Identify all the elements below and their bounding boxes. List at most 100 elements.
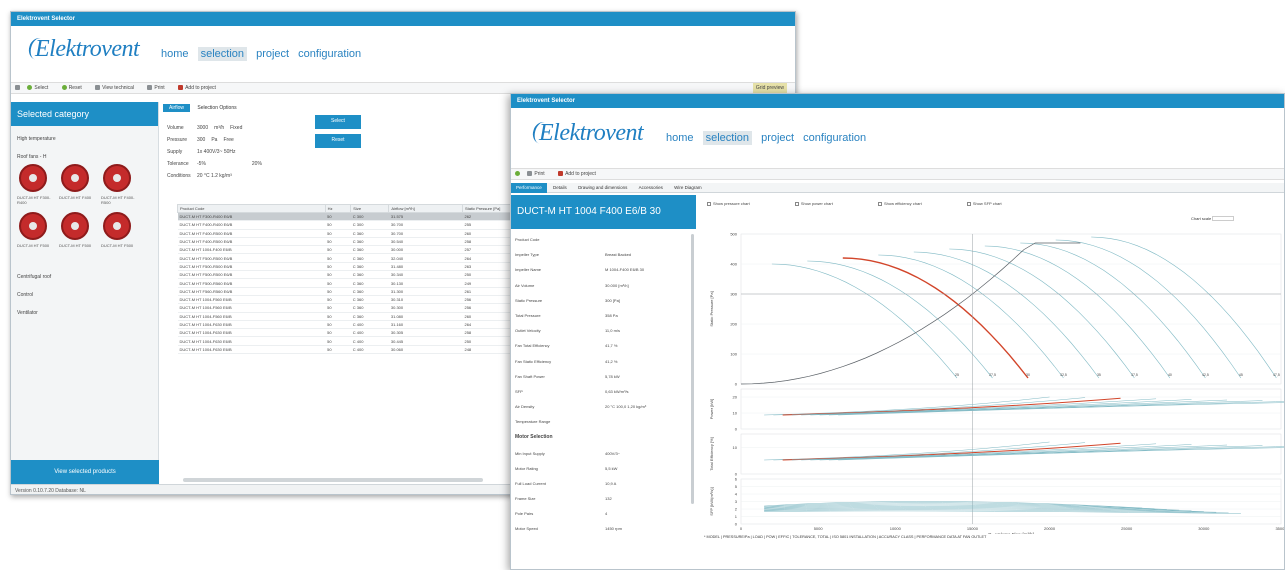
tab-drawing[interactable]: Drawing and dimensions (573, 183, 632, 193)
category-roof-fans[interactable]: Roof fans - H (11, 152, 158, 162)
table-cell: C 400 (350, 328, 389, 338)
column-header[interactable]: Product Code (177, 204, 326, 213)
home-icon[interactable] (15, 85, 20, 91)
table-cell: 50 (325, 237, 351, 247)
fixed-radio[interactable]: Fixed (230, 125, 242, 131)
category-centrifugal[interactable]: Centrifugal roof (11, 272, 158, 282)
nav-selection[interactable]: selection (702, 131, 753, 145)
nav-home[interactable]: home (161, 48, 189, 60)
table-cell: 50 (325, 270, 351, 280)
tab-selection-options[interactable]: Selection Options (191, 104, 242, 112)
free-radio[interactable]: Free (223, 137, 233, 143)
reset-button[interactable]: Reset (315, 134, 361, 148)
table-cell: C 400 (350, 336, 389, 346)
category-high-temperature[interactable]: High temperature (11, 134, 158, 144)
tab-airflow[interactable]: Airflow (163, 104, 191, 112)
table-cell: DUCT-M HT F560-R560 E6/B (177, 287, 326, 296)
conditions-value[interactable]: 20 °C 1.2 kg/m³ (197, 173, 232, 179)
volume-input[interactable]: 3000 (197, 125, 208, 131)
fan-thumb[interactable]: DUCT-M HT F500 (99, 210, 141, 258)
select-button[interactable]: Select (315, 115, 361, 129)
property-row: Outlet Velocity 11,0 m/s (515, 328, 621, 334)
tolerance-max[interactable]: 20% (252, 161, 262, 167)
tolerance-min[interactable]: -5% (197, 161, 206, 167)
show-efficiency-chart-checkbox[interactable]: Show efficiency chart (877, 201, 944, 206)
y-axis-label: SFP [kW/(m³/s)] (709, 487, 714, 515)
print-tool[interactable]: Print (527, 171, 550, 177)
chart-toggles: Show pressure chart Show power chart Sho… (707, 201, 1046, 206)
table-cell: 50 (325, 320, 351, 330)
table-cell: DUCT-M HT 1004-F630 E6/B (177, 345, 326, 355)
nav-project[interactable]: project (761, 132, 794, 144)
chart-scale-label: Chart scale (1191, 216, 1235, 222)
back-icon[interactable] (515, 171, 520, 177)
column-header[interactable]: Hz (324, 204, 352, 213)
tab-details[interactable]: Details (548, 183, 572, 193)
fan-thumb[interactable]: DUCT-M HT F500 (57, 210, 99, 258)
table-cell: C 360 (350, 312, 389, 321)
x-tick-label: 10000 (890, 526, 902, 531)
table-cell: C 360 (350, 253, 389, 263)
show-pressure-chart-checkbox[interactable]: Show pressure chart (707, 201, 772, 206)
motor-selection-heading: Motor Selection (515, 434, 553, 441)
table-cell: 50 (325, 287, 351, 296)
performance-chart: 0100200300400500Static Pressure [Pa]0102… (709, 232, 1284, 534)
horizontal-scrollbar[interactable] (183, 478, 483, 482)
select-tool[interactable]: Select (27, 85, 54, 91)
view-technical-tool[interactable]: View technical (95, 85, 140, 91)
pressure-input[interactable]: 300 (197, 137, 205, 143)
category-ventilator[interactable]: Ventilator (11, 308, 158, 318)
x-tick-label: 25000 (1121, 526, 1133, 531)
elektrovent-logo: Elektrovent (530, 120, 644, 147)
table-cell: 50 (325, 220, 351, 230)
chart-footnote: * MODEL | PRESSURE/Pa | LOAD | POW | EFF… (704, 535, 987, 539)
show-sfp-chart-checkbox[interactable]: Show SFP chart (966, 201, 1024, 206)
table-cell: DUCT-M HT 1004-F560 E6/B (177, 312, 326, 321)
y-tick-label: 500 (730, 232, 737, 237)
tab-performance[interactable]: Performance (511, 183, 547, 193)
table-cell: 50 (325, 295, 351, 305)
table-cell: DUCT-M HT F500-R560 E6/B (177, 278, 326, 288)
vertical-scrollbar[interactable] (691, 234, 694, 504)
property-row: Static Pressure 300 [Pa] (515, 297, 620, 303)
table-cell: DUCT-M HT 1004-F630 E6/B (177, 336, 326, 346)
fan-thumb[interactable]: DUCT-M HT F300-R400 (15, 162, 57, 210)
table-cell: C 360 (350, 303, 389, 313)
chart-scale-select[interactable] (1212, 216, 1235, 222)
property-row: Impeller Type Breast Backed (515, 252, 632, 258)
fan-thumb[interactable]: DUCT-M HT F400 (57, 162, 99, 210)
y-axis-label: Static Pressure [Pa] (709, 291, 714, 326)
fan-thumb[interactable]: DUCT-M HT F500 (15, 210, 57, 258)
tab-wire-diagram[interactable]: Wire Diagram (669, 183, 707, 193)
table-cell: DUCT-M HT F400-R400 E6/B (177, 220, 326, 230)
category-control[interactable]: Control (11, 290, 158, 300)
print-tool[interactable]: Print (147, 85, 170, 91)
column-header[interactable]: Airflow [m³/h] (388, 204, 463, 213)
column-header[interactable]: Size (350, 204, 390, 213)
supply-select[interactable]: 1x 400V/3~ 50Hz (197, 149, 236, 155)
view-selected-products-button[interactable]: View selected products (11, 460, 159, 484)
table-cell: DUCT-M HT 1004-F630 E6/B (177, 328, 326, 338)
nav-project[interactable]: project (256, 48, 289, 60)
table-cell: 50 (325, 212, 351, 222)
window-title: Elektrovent Selector (11, 12, 795, 26)
show-power-chart-checkbox[interactable]: Show power chart (794, 201, 855, 206)
property-row: Full Load Current 10,9 A (515, 480, 617, 486)
fan-curve (807, 260, 993, 379)
nav-configuration[interactable]: configuration (803, 132, 866, 144)
reset-tool[interactable]: Reset (61, 85, 88, 91)
fan-thumb[interactable]: DUCT-M HT F400-R500 (99, 162, 141, 210)
elektrovent-logo: Elektrovent (26, 36, 140, 63)
nav-configuration[interactable]: configuration (298, 48, 361, 60)
tab-accessories[interactable]: Accessories (634, 183, 668, 193)
nav-home[interactable]: home (666, 132, 694, 144)
table-cell: C 360 (350, 270, 389, 280)
add-to-project-tool[interactable]: Add to project (178, 85, 222, 91)
add-to-project-tool[interactable]: Add to project (558, 171, 602, 177)
table-cell: 50 (325, 253, 351, 263)
toolbar: Print Add to project (511, 168, 1284, 180)
y-tick-label: 3 (735, 499, 738, 504)
fan-curve (771, 263, 958, 379)
nav-selection[interactable]: selection (197, 47, 248, 61)
selection-form: Volume 3000 m³/h Fixed Pressure 300 Pa Free Su… (167, 125, 262, 179)
